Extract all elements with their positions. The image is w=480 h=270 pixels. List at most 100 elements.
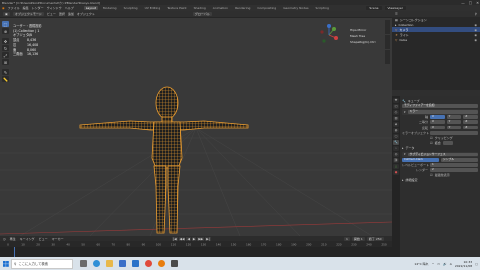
workspace-tab-compositing[interactable]: Compositing xyxy=(255,6,278,10)
network-icon[interactable]: ▭ xyxy=(437,262,440,266)
3d-viewport[interactable] xyxy=(0,18,392,236)
ime-indicator[interactable]: A xyxy=(450,262,452,266)
timeline-menu-view[interactable]: ビュー xyxy=(39,237,48,241)
mail-icon[interactable] xyxy=(132,260,139,267)
timeline-menu-keying[interactable]: キーイング xyxy=(20,237,35,241)
sidebar-tab[interactable] xyxy=(385,20,390,34)
weather-status[interactable]: 14°C 晴れ xyxy=(414,262,428,266)
data-tab-icon[interactable]: △ xyxy=(393,164,399,169)
transform-tool-icon[interactable]: ⊞ xyxy=(2,59,9,65)
flip-x-toggle[interactable]: X xyxy=(430,125,445,130)
clock[interactable]: 10:33 2022/11/08 xyxy=(455,260,472,268)
data-section-header[interactable]: ▸ データ xyxy=(402,146,478,151)
workspace-tab-texture-paint[interactable]: Texture Paint xyxy=(165,6,188,10)
notification-icon[interactable]: ▢ xyxy=(475,262,478,266)
outliner-filter-icon[interactable]: ⚲ xyxy=(475,12,477,16)
annotate-tool-icon[interactable]: ✎ xyxy=(2,69,9,75)
menu-file[interactable]: ファイル xyxy=(8,6,20,10)
menu-edit[interactable]: 編集 xyxy=(23,6,29,10)
outliner-row-cube[interactable]: ▽ Cube ◉ xyxy=(392,37,480,42)
scene-selector[interactable]: Scene xyxy=(366,6,382,10)
scale-tool-icon[interactable]: ⤢ xyxy=(2,52,9,58)
jump-end-button[interactable]: ▶| xyxy=(205,236,211,241)
close-button[interactable]: ✕ xyxy=(476,1,479,5)
menu-render[interactable]: レンダー xyxy=(32,6,44,10)
mirror-object-field[interactable] xyxy=(430,130,478,135)
simple-button[interactable]: シンプル xyxy=(441,157,478,162)
editor-type-icon[interactable]: ▣ xyxy=(3,12,10,16)
workspace-tab-uv-editing[interactable]: UV Editing xyxy=(143,6,163,10)
workspace-tab-shading[interactable]: Shading xyxy=(192,6,208,10)
scene-tab-icon[interactable]: ◈ xyxy=(393,122,399,127)
navigation-gizmo[interactable] xyxy=(318,24,340,46)
app-icon[interactable] xyxy=(171,260,178,267)
merge-checkbox[interactable]: ☑ xyxy=(430,141,433,145)
move-tool-icon[interactable]: ✥ xyxy=(2,38,9,44)
task-view-icon[interactable] xyxy=(80,260,87,267)
constraints-tab-icon[interactable]: ⛓ xyxy=(393,158,399,163)
menu-view[interactable]: ビュー xyxy=(47,12,56,16)
select-box-tool-icon[interactable]: ⬚ xyxy=(2,21,9,27)
prev-keyframe-button[interactable]: ◀◀ xyxy=(178,236,186,241)
render-levels-field[interactable]: 2 xyxy=(430,167,478,172)
store-icon[interactable] xyxy=(119,260,126,267)
modifier-tab-icon[interactable]: 🔧 xyxy=(393,140,399,145)
view-layer-selector[interactable]: ViewLayer xyxy=(384,6,406,10)
timeline-tracks[interactable] xyxy=(0,247,392,257)
volume-icon[interactable]: 🔊 xyxy=(443,262,447,266)
optimal-display-checkbox[interactable]: ☑ xyxy=(430,173,433,177)
menu-add[interactable]: 追加 xyxy=(68,12,74,16)
bisect-x-toggle[interactable]: X xyxy=(430,120,445,125)
cursor-tool-icon[interactable]: ⊕ xyxy=(2,28,9,34)
flip-z-toggle[interactable]: Z xyxy=(463,125,479,130)
play-button[interactable]: ▶ xyxy=(191,236,197,241)
file-explorer-icon[interactable] xyxy=(106,260,113,267)
workspace-tab-rendering[interactable]: Rendering xyxy=(233,6,252,10)
tool-tab-icon[interactable]: ⚒ xyxy=(393,98,399,103)
material-tab-icon[interactable]: ● xyxy=(393,170,399,175)
world-tab-icon[interactable]: ◍ xyxy=(393,128,399,133)
visibility-eye-icon[interactable]: ◉ xyxy=(474,38,477,42)
play-reverse-button[interactable]: ◀ xyxy=(186,236,191,241)
tray-expand-icon[interactable]: ^ xyxy=(432,262,435,266)
timeline-menu-marker[interactable]: マーカー xyxy=(52,237,64,241)
mode-dropdown[interactable]: オブジェクトモード xyxy=(12,12,44,16)
visibility-eye-icon[interactable]: ◉ xyxy=(474,28,477,32)
timeline-editor-icon[interactable]: ◷ xyxy=(3,237,6,241)
levels-viewport-field[interactable]: 1 xyxy=(430,162,478,167)
blender-taskbar-icon[interactable] xyxy=(158,260,165,267)
overlay-list-item[interactable]: ShapeRig(Ik).Ctrl xyxy=(350,39,375,45)
menu-object[interactable]: オブジェクト xyxy=(77,12,95,16)
sidebar-tab[interactable] xyxy=(385,35,390,49)
next-keyframe-button[interactable]: ▶▶ xyxy=(197,236,205,241)
particles-tab-icon[interactable]: ∴ xyxy=(393,146,399,151)
merge-distance-field[interactable] xyxy=(442,141,453,145)
bisect-y-toggle[interactable]: Y xyxy=(446,120,462,125)
current-frame-field[interactable]: 1 xyxy=(344,236,350,241)
workspace-tab-modeling[interactable]: Modeling xyxy=(101,6,119,10)
menu-select[interactable]: 選択 xyxy=(59,12,65,16)
render-tab-icon[interactable]: ◰ xyxy=(393,104,399,109)
catmull-clark-button[interactable]: Catmull-Clark xyxy=(402,157,439,162)
object-tab-icon[interactable]: ▢ xyxy=(393,134,399,139)
edge-icon[interactable] xyxy=(93,260,100,267)
physics-tab-icon[interactable]: ◎ xyxy=(393,152,399,157)
outliner-editor-icon[interactable]: ☰ xyxy=(395,12,398,16)
start-button[interactable] xyxy=(0,257,11,270)
clipping-checkbox[interactable]: ☑ xyxy=(430,136,433,140)
workspace-tab-geometry-nodes[interactable]: Geometry Nodes xyxy=(281,6,310,10)
transform-orientation-dropdown[interactable]: グローバル xyxy=(192,12,212,16)
blender-logo-icon[interactable]: ◉ xyxy=(2,6,5,10)
output-tab-icon[interactable]: ⎙ xyxy=(393,110,399,115)
end-frame-field[interactable]: 終了 250 xyxy=(366,236,384,241)
workspace-tab-scripting[interactable]: Scripting xyxy=(314,6,331,10)
rotate-tool-icon[interactable]: ↻ xyxy=(2,45,9,51)
advanced-section-header[interactable]: ▸ 詳細設定 xyxy=(402,178,478,183)
measure-tool-icon[interactable]: 📏 xyxy=(2,76,9,82)
visibility-eye-icon[interactable]: ◉ xyxy=(474,33,477,37)
add-modifier-dropdown[interactable]: モディファイアーを追加 xyxy=(402,103,478,108)
view-layer-tab-icon[interactable]: ▥ xyxy=(393,116,399,121)
jump-start-button[interactable]: |◀ xyxy=(172,236,178,241)
workspace-tab-layout[interactable]: Layout xyxy=(83,6,98,10)
start-frame-field[interactable]: 開始 1 xyxy=(351,236,365,241)
